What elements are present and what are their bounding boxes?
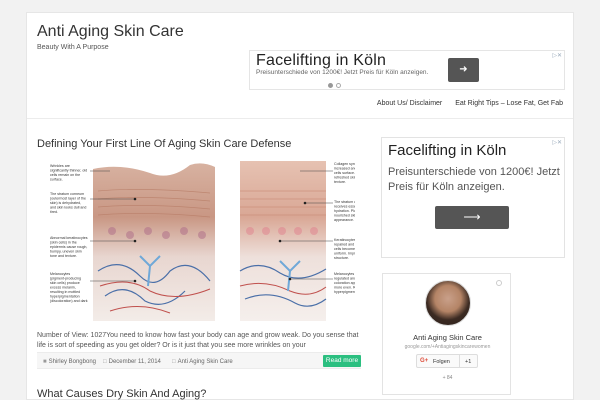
- nav-item-about[interactable]: About Us/ Disclaimer: [377, 100, 442, 107]
- follower-count: + 84: [442, 375, 453, 381]
- gplus-follow-button[interactable]: G+ Folgen +1: [416, 354, 478, 368]
- skin-diagram-illustration: Wrinkles are significantly thinner, old ce…: [50, 161, 372, 321]
- post-excerpt: Number of View: 1027You need to know how…: [37, 332, 359, 349]
- post-featured-image[interactable]: Wrinkles are significantly thinner, old ce…: [50, 161, 372, 321]
- post-author[interactable]: ■ Shirley Bongbong: [43, 359, 96, 365]
- site-description: Beauty With A Purpose: [37, 44, 109, 51]
- site-title[interactable]: Anti Aging Skin Care: [37, 23, 184, 41]
- post-title[interactable]: Defining Your First Line Of Aging Skin C…: [37, 138, 291, 150]
- ad-headline[interactable]: Facelifting in Köln: [256, 52, 386, 70]
- post-category[interactable]: □ Anti Aging Skin Care: [172, 359, 233, 365]
- user-icon: ■: [43, 359, 47, 365]
- post-category-text[interactable]: Anti Aging Skin Care: [178, 359, 233, 365]
- ad-cta-button[interactable]: ➜: [448, 58, 479, 82]
- folder-icon: □: [172, 359, 176, 365]
- header-divider: [27, 118, 573, 119]
- read-more-button[interactable]: Read more: [323, 355, 361, 367]
- sidebar-ad[interactable]: Facelifting in Köln Preisunterschiede vo…: [381, 137, 565, 258]
- post-date-text[interactable]: December 11, 2014: [109, 359, 161, 365]
- post-date[interactable]: □ December 11, 2014: [103, 359, 161, 365]
- ad-choices-icon[interactable]: ▷✕: [552, 139, 562, 146]
- follow-label: Folgen: [433, 358, 450, 365]
- image-label-left-1: Wrinkles are significantly thinner, old ce…: [50, 164, 87, 182]
- image-label-right-1: Collagen synthesis isincreased and newce…: [334, 162, 355, 184]
- post-meta-bar: ■ Shirley Bongbong □ December 11, 2014 □ An…: [37, 352, 361, 369]
- image-label-right-2: The stratum corneumreceives essentialhyd…: [334, 200, 355, 222]
- image-label-left-4: Melanocytes (pigment-producing skin cells)…: [50, 272, 88, 303]
- top-banner-ad[interactable]: Facelifting in Köln Preisunterschiede vo…: [249, 50, 565, 90]
- sidebar-ad-cta-button[interactable]: ⟶: [435, 206, 509, 229]
- image-label-left-3: Abnormal keratinocytes (skin cells) in th…: [50, 236, 88, 258]
- button-separator: [459, 355, 460, 367]
- pagination-dot[interactable]: [336, 83, 341, 88]
- post-title-2[interactable]: What Causes Dry Skin And Aging?: [37, 388, 206, 400]
- image-label-left-2: The stratum corneum (outermost layer of t…: [50, 192, 86, 214]
- main-navigation: About Us/ Disclaimer Eat Right Tips – Lo…: [366, 100, 563, 107]
- gplus-page-name[interactable]: Anti Aging Skin Care: [383, 333, 512, 342]
- pagination-dot-active[interactable]: [328, 83, 333, 88]
- image-label-right-3: Keratinocytes arerepaired and epidermalc…: [334, 238, 355, 260]
- google-plus-icon: G+: [420, 358, 429, 364]
- ad-choices-icon[interactable]: ▷✕: [552, 52, 562, 59]
- google-plus-badge[interactable]: Anti Aging Skin Care google.com/+Antiagi…: [382, 273, 511, 395]
- sidebar-ad-headline[interactable]: Facelifting in Köln: [388, 142, 506, 159]
- nav-item-eat-right-tips[interactable]: Eat Right Tips – Lose Fat, Get Fab: [455, 100, 563, 107]
- calendar-icon: □: [103, 359, 107, 365]
- plus-one-label: +1: [465, 358, 472, 365]
- avatar[interactable]: [425, 280, 471, 326]
- gplus-page-url[interactable]: google.com/+Antiagingskincarewomen: [383, 344, 512, 350]
- arrow-right-icon: ➜: [459, 64, 468, 75]
- page-container: Anti Aging Skin Care Beauty With A Purpo…: [26, 12, 574, 400]
- ad-description: Preisunterschiede von 1200€! Jetzt Preis…: [256, 69, 429, 76]
- sidebar-ad-description: Preisunterschiede von 1200€! Jetzt Preis…: [388, 166, 560, 193]
- image-label-right-4: Melanocytes areregulated and skincolorat…: [334, 272, 355, 294]
- arrow-right-icon: ⟶: [463, 210, 481, 224]
- google-plus-logo-icon: [496, 280, 502, 286]
- post-author-name[interactable]: Shirley Bongbong: [49, 359, 96, 365]
- ad-pagination: [328, 83, 344, 90]
